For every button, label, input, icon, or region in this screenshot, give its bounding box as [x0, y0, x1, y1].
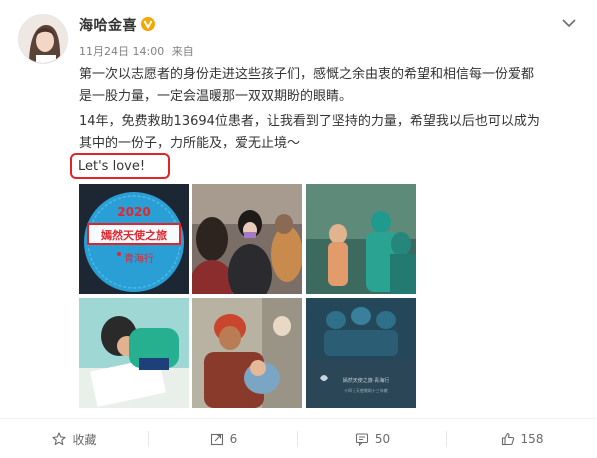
- author-name[interactable]: 海哈金喜: [79, 15, 137, 35]
- favorite-button[interactable]: 收藏: [0, 419, 149, 458]
- comment-icon: [355, 433, 368, 446]
- badge-subtitle: 青海行: [124, 252, 154, 265]
- highlight-annotation: [70, 153, 170, 179]
- comment-count: 50: [374, 432, 391, 446]
- badge-title: 嫣然天使之旅: [100, 228, 167, 242]
- repost-icon: [210, 433, 223, 446]
- post-text-line: 其中的一份子，力所能及，爱无止境～: [79, 136, 301, 151]
- post-source: 来自: [171, 45, 194, 58]
- post-photo-badge[interactable]: 2020 嫣然天使之旅 青海行: [79, 184, 189, 294]
- favorite-label: 收藏: [72, 432, 97, 447]
- thumbs-up-icon: [501, 432, 514, 446]
- post-photo-drawing[interactable]: [79, 298, 189, 408]
- post-text-line: 是一股力量，一定会温暖那一双双期盼的眼睛。: [79, 89, 353, 104]
- post-text-line: 第一次以志愿者的身份走进这些孩子们，感慨之余由衷的希望和相信每一份爱都: [79, 67, 535, 82]
- star-outline-icon: [52, 432, 67, 446]
- avatar[interactable]: [18, 14, 68, 64]
- weibo-post-card: 海哈金喜 11月24日 14:00 来自 第一次以志愿者的身份走进这些孩子们，感…: [0, 0, 597, 458]
- repost-button[interactable]: 6: [149, 419, 298, 458]
- action-bar: 收藏 6 50 158: [0, 418, 597, 458]
- surgery-caption-line-1: 嫣然天使之旅·青海行: [343, 377, 390, 384]
- post-photo-crowd[interactable]: [192, 184, 302, 294]
- repost-count: 6: [229, 432, 238, 446]
- post-photo-mother-child[interactable]: [192, 298, 302, 408]
- post-meta: 11月24日 14:00 来自: [79, 43, 198, 59]
- comment-button[interactable]: 50: [298, 419, 447, 458]
- post-photo-exam[interactable]: [306, 184, 416, 294]
- post-photo-surgery[interactable]: 嫣然天使之旅·青海行 十四 | 天使救助十三年献: [306, 298, 416, 408]
- chevron-down-icon[interactable]: [562, 14, 576, 28]
- like-count: 158: [520, 432, 544, 446]
- post-text-line: 14年，免费救助13694位患者，让我看到了坚持的力量，希望我以后也可以成为: [79, 114, 540, 129]
- verified-v-icon: [141, 16, 155, 31]
- surgery-caption-line-2: 十四 | 天使救助十三年献: [344, 387, 388, 393]
- like-button[interactable]: 158: [447, 419, 597, 458]
- post-time[interactable]: 11月24日 14:00: [79, 45, 164, 58]
- badge-year: 2020: [117, 205, 150, 219]
